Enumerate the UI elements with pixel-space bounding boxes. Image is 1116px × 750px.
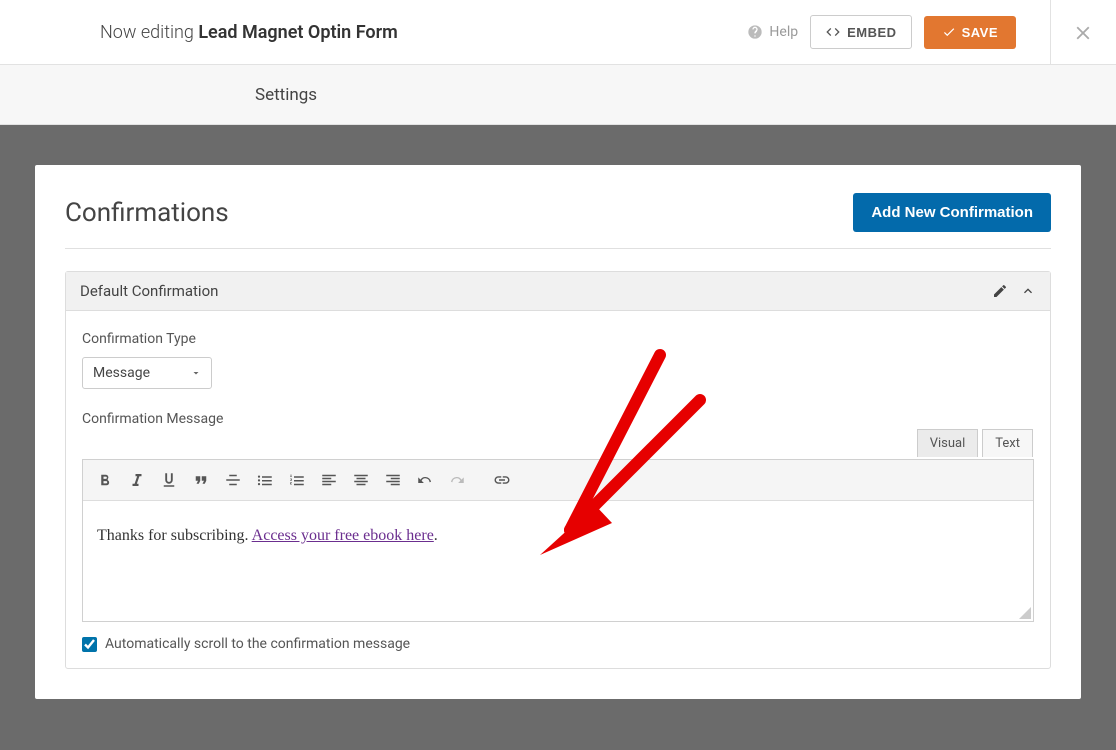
toolbar-separator: [479, 467, 480, 493]
underline-icon: [160, 471, 178, 489]
resize-handle[interactable]: [1019, 607, 1031, 619]
autoscroll-checkbox[interactable]: [82, 637, 97, 652]
bullet-list-button[interactable]: [251, 466, 279, 494]
content-area: Confirmations Add New Confirmation Defau…: [0, 125, 1116, 750]
embed-label: EMBED: [847, 25, 896, 40]
message-suffix: .: [434, 527, 438, 544]
editor-content[interactable]: Thanks for subscribing. Access your free…: [83, 501, 1033, 621]
tabs-row: Settings: [0, 65, 1116, 125]
editor-box: Thanks for subscribing. Access your free…: [82, 459, 1034, 622]
numbered-list-icon: [288, 471, 306, 489]
autoscroll-label: Automatically scroll to the confirmation…: [105, 636, 410, 652]
editor-wrap: Visual Text: [82, 459, 1034, 622]
editor-tab-text[interactable]: Text: [982, 429, 1033, 457]
bold-button[interactable]: [91, 466, 119, 494]
bold-icon: [96, 471, 114, 489]
strikethrough-button[interactable]: [219, 466, 247, 494]
confirmation-box: Default Confirmation Confirmation Type M…: [65, 271, 1051, 669]
message-text: Thanks for subscribing.: [97, 527, 252, 544]
editor-tab-visual[interactable]: Visual: [917, 429, 979, 457]
editing-label: Now editing Lead Magnet Optin Form: [100, 22, 398, 43]
align-right-icon: [384, 471, 402, 489]
top-bar: Now editing Lead Magnet Optin Form Help …: [0, 0, 1116, 65]
embed-button[interactable]: EMBED: [810, 15, 911, 49]
add-confirmation-button[interactable]: Add New Confirmation: [853, 193, 1051, 232]
undo-icon: [416, 471, 434, 489]
close-button[interactable]: [1072, 22, 1094, 48]
top-bar-actions: Help EMBED SAVE: [747, 15, 1016, 49]
help-icon: [747, 24, 763, 40]
link-icon: [493, 471, 511, 489]
align-center-icon: [352, 471, 370, 489]
save-label: SAVE: [962, 25, 998, 40]
tab-settings[interactable]: Settings: [255, 85, 317, 105]
panel-title: Confirmations: [65, 198, 229, 228]
redo-button[interactable]: [443, 466, 471, 494]
help-link[interactable]: Help: [747, 24, 798, 40]
code-icon: [825, 24, 841, 40]
link-button[interactable]: [488, 466, 516, 494]
help-label: Help: [769, 24, 798, 40]
editor-toolbar: [83, 460, 1033, 501]
type-select-value: Message: [82, 357, 212, 389]
close-icon: [1072, 22, 1094, 44]
editing-prefix: Now editing: [100, 22, 194, 43]
chevron-up-icon[interactable]: [1020, 283, 1036, 299]
divider: [1050, 0, 1051, 65]
type-select[interactable]: Message: [82, 357, 212, 389]
message-label: Confirmation Message: [82, 411, 1034, 427]
edit-icon[interactable]: [992, 283, 1008, 299]
undo-button[interactable]: [411, 466, 439, 494]
bullet-list-icon: [256, 471, 274, 489]
message-link[interactable]: Access your free ebook here: [252, 527, 434, 544]
redo-icon: [448, 471, 466, 489]
numbered-list-button[interactable]: [283, 466, 311, 494]
quote-icon: [192, 471, 210, 489]
save-button[interactable]: SAVE: [924, 16, 1016, 49]
align-right-button[interactable]: [379, 466, 407, 494]
align-left-button[interactable]: [315, 466, 343, 494]
confirmation-header-actions: [992, 283, 1036, 299]
confirmation-header[interactable]: Default Confirmation: [66, 272, 1050, 311]
editor-tabs: Visual Text: [917, 429, 1033, 457]
autoscroll-row[interactable]: Automatically scroll to the confirmation…: [82, 636, 1034, 652]
type-label: Confirmation Type: [82, 331, 1034, 347]
check-icon: [942, 25, 956, 39]
confirmation-body: Confirmation Type Message Confirmation M…: [66, 311, 1050, 668]
confirmation-title: Default Confirmation: [80, 282, 218, 300]
align-left-icon: [320, 471, 338, 489]
blockquote-button[interactable]: [187, 466, 215, 494]
italic-button[interactable]: [123, 466, 151, 494]
panel-header: Confirmations Add New Confirmation: [65, 193, 1051, 249]
editing-title: Lead Magnet Optin Form: [198, 22, 397, 43]
strikethrough-icon: [224, 471, 242, 489]
settings-panel: Confirmations Add New Confirmation Defau…: [35, 165, 1081, 699]
italic-icon: [128, 471, 146, 489]
align-center-button[interactable]: [347, 466, 375, 494]
underline-button[interactable]: [155, 466, 183, 494]
